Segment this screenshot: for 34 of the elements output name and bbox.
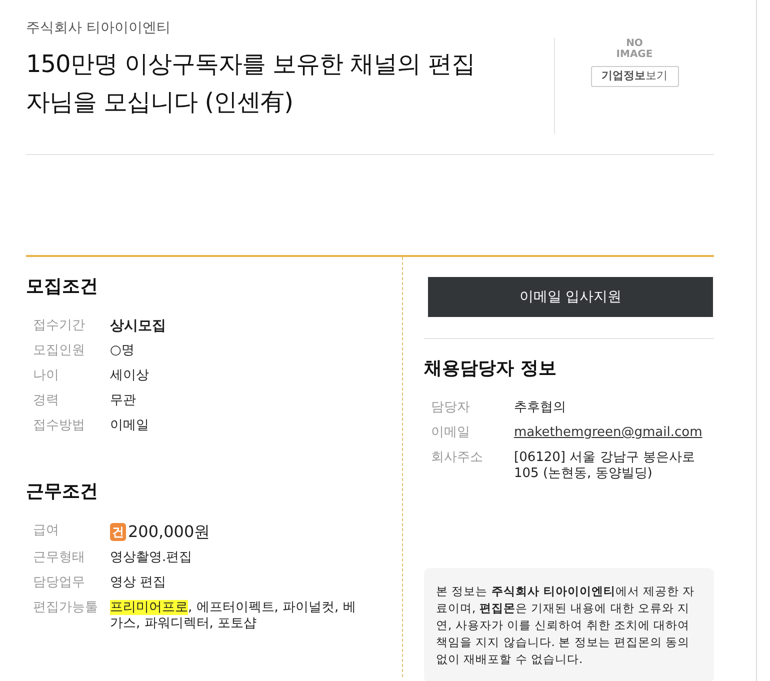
email-link[interactable]: makethemgreen@gmail.com: [514, 425, 702, 441]
no-image-logo: NO IMAGE: [615, 38, 654, 60]
field-label: 담당업무: [32, 575, 86, 591]
section-heading: 채용담당자 정보: [424, 357, 558, 381]
field-value: 영상 편집: [110, 575, 166, 591]
field-label: 회사주소: [430, 450, 484, 467]
field-value: 세이상: [110, 368, 149, 384]
field-label: 급여: [32, 523, 60, 540]
field-value: 프리미어프로, 에프터이펙트, 파이널컷, 베가스, 파워디렉터, 포토샵: [110, 600, 357, 632]
field-label: 이메일: [430, 425, 471, 441]
field-label: 경력: [32, 393, 60, 409]
field-value: 이메일: [110, 418, 149, 434]
field-value: ○명: [110, 343, 134, 359]
salary-type-badge: 건: [110, 523, 126, 541]
company-name: 주식회사 티아이이엔티: [26, 19, 172, 38]
field-value: 추후협의: [514, 400, 567, 416]
field-label: 접수기간: [32, 318, 86, 334]
field-label: 나이: [32, 368, 60, 384]
field-label: 접수방법: [32, 418, 86, 434]
section-heading: 모집조건: [26, 275, 99, 299]
field-label: 근무형태: [32, 550, 86, 566]
field-value: [06120] 서울 강남구 봉은사로 105 (논현동, 동양빌딩): [514, 450, 696, 482]
disclaimer-text: 본 정보는 주식회사 티아이이엔티에서 제공한 자료이며, 편집몬은 기재된 내용에 대한 오류와 지연, 사용자가 이를 신뢰하여 취한 조치에 대하여 책임을 지지 않습니다. 본 정보는 편집몬의 동의 없이 재배포할 수 없습니다.: [424, 568, 714, 681]
field-value: 무관: [110, 393, 136, 409]
field-value: 영상촬영.편집: [110, 550, 192, 566]
section-heading: 근무조건: [26, 480, 99, 504]
field-label: 모집인원: [32, 343, 86, 359]
field-label: 편집가능툴: [32, 600, 99, 617]
field-label: 담당자: [430, 400, 471, 416]
company-info-button[interactable]: 기업정보보기: [590, 66, 678, 86]
job-title: 150만명 이상구독자를 보유한 채널의 편집자님을 모십니다 (인센有): [26, 49, 476, 118]
apply-button[interactable]: 이메일 입사지원: [428, 277, 713, 317]
salary-value: 200,000원: [128, 524, 210, 540]
field-value: 상시모집: [110, 318, 166, 334]
